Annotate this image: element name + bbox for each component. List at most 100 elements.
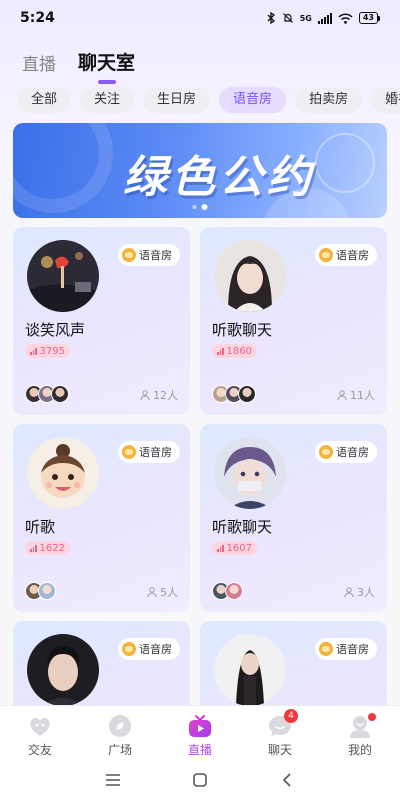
person-icon [147, 587, 157, 597]
voice-room-tag: 语音房 [315, 441, 377, 463]
online-count: 5人 [147, 584, 178, 600]
chip-voice-room[interactable]: 语音房 [219, 87, 287, 113]
nav-plaza[interactable]: 广场 [80, 706, 160, 760]
heat-bars-icon [217, 347, 224, 355]
heat-value: 1607 [226, 542, 252, 554]
network-type: 5G [299, 13, 312, 23]
battery-level: 43 [358, 12, 378, 24]
status-bar: 5:24 5G 43 [0, 0, 400, 36]
online-count: 11人 [337, 387, 375, 403]
battery-icon: 43 [358, 12, 380, 24]
banner-pagination [192, 204, 208, 210]
wifi-icon [338, 12, 353, 24]
room-title: 听歌 [25, 518, 56, 536]
voice-room-tag: 语音房 [315, 638, 377, 660]
chip-auction[interactable]: 拍卖房 [295, 87, 363, 113]
nav-label: 聊天 [267, 743, 292, 757]
tab-chatroom-label: 聊天室 [78, 52, 136, 74]
voice-room-tag-label: 语音房 [336, 446, 369, 459]
mine-notification-dot [368, 713, 376, 721]
chip-wedding[interactable]: 婚礼 [371, 87, 400, 113]
chip-birthday[interactable]: 生日房 [143, 87, 211, 113]
heat-value: 3795 [39, 345, 65, 357]
banner-decoration [315, 133, 375, 193]
nav-mine[interactable]: 我的 [320, 706, 400, 760]
chat-unread-badge: 4 [284, 709, 298, 723]
nav-label: 直播 [187, 743, 212, 757]
heat-badge: 3795 [25, 344, 70, 358]
person-icon [337, 390, 347, 400]
online-count-value: 12人 [153, 389, 178, 402]
room-card[interactable]: 语音房 听歌聊天 1607 3人 [200, 424, 387, 612]
room-title: 听歌聊天 [212, 518, 273, 536]
banner[interactable]: 绿色公约 [13, 123, 387, 218]
nav-label: 交友 [27, 743, 52, 757]
heat-badge: 1860 [212, 344, 257, 358]
home-button[interactable] [190, 770, 210, 790]
signal-icon [317, 12, 332, 24]
member-avatar [38, 582, 56, 600]
nav-chat[interactable]: 4 聊天 [240, 706, 320, 760]
system-nav-bar [0, 760, 400, 800]
heat-badge: 1607 [212, 541, 257, 555]
heat-value: 1622 [39, 542, 65, 554]
home-square-icon [193, 773, 207, 787]
tab-live-label: 直播 [22, 55, 56, 75]
member-avatars [25, 385, 69, 403]
heat-bars-icon [217, 544, 224, 552]
voice-room-tag: 语音房 [118, 638, 180, 660]
voice-room-icon [319, 642, 333, 656]
status-time: 5:24 [20, 10, 55, 26]
nav-live[interactable]: 直播 [160, 706, 240, 760]
member-avatars [25, 582, 56, 600]
voice-room-icon [319, 445, 333, 459]
voice-room-tag-label: 语音房 [139, 643, 172, 656]
tab-live[interactable]: 直播 [22, 50, 56, 75]
heat-badge: 1622 [25, 541, 70, 555]
pagination-dot [192, 205, 197, 209]
member-avatar [51, 385, 69, 403]
top-tabs: 直播 聊天室 [22, 48, 136, 84]
room-title: 听歌聊天 [212, 321, 273, 339]
voice-room-tag-label: 语音房 [139, 249, 172, 262]
room-card[interactable]: 语音房 听歌聊天 1860 11人 [200, 227, 387, 415]
heat-value: 1860 [226, 345, 252, 357]
person-icon [344, 587, 354, 597]
member-avatars [212, 385, 256, 403]
night-scene-avatar [27, 240, 99, 312]
anime-boy-avatar [214, 437, 286, 509]
menu-button[interactable] [103, 770, 123, 790]
room-title: 谈笑风声 [25, 321, 86, 339]
chip-follow[interactable]: 关注 [80, 87, 135, 113]
chip-all[interactable]: 全部 [17, 87, 72, 113]
room-card[interactable]: 语音房 听歌 1622 5人 [13, 424, 190, 612]
room-card[interactable]: 语音房 谈笑风声 3795 12人 [13, 227, 190, 415]
category-chips: 全部 关注 生日房 语音房 拍卖房 婚礼 [17, 87, 400, 113]
online-count-value: 11人 [350, 389, 375, 402]
voice-room-tag-label: 语音房 [139, 446, 172, 459]
heat-bars-icon [30, 544, 37, 552]
voice-room-tag: 语音房 [118, 441, 180, 463]
nav-make-friends[interactable]: 交友 [0, 706, 80, 760]
voice-room-tag: 语音房 [118, 244, 180, 266]
baby-avatar [27, 437, 99, 509]
person-icon [140, 390, 150, 400]
mute-bell-icon [282, 13, 293, 23]
back-chevron-icon [282, 773, 291, 787]
voice-room-icon [122, 248, 136, 262]
online-count-value: 5人 [160, 586, 178, 599]
voice-room-icon [122, 642, 136, 656]
back-button[interactable] [277, 770, 297, 790]
menu-icon [106, 774, 121, 786]
nav-label: 广场 [107, 743, 132, 757]
voice-room-tag-label: 语音房 [336, 643, 369, 656]
voice-room-icon [319, 248, 333, 262]
online-count: 12人 [140, 387, 178, 403]
heart-face-icon [30, 718, 50, 736]
tv-play-icon [189, 715, 211, 737]
nav-label: 我的 [347, 743, 372, 757]
tab-chatroom[interactable]: 聊天室 [78, 48, 136, 84]
status-icons: 5G 43 [266, 12, 380, 24]
member-avatars [212, 582, 243, 600]
online-count: 3人 [344, 584, 375, 600]
